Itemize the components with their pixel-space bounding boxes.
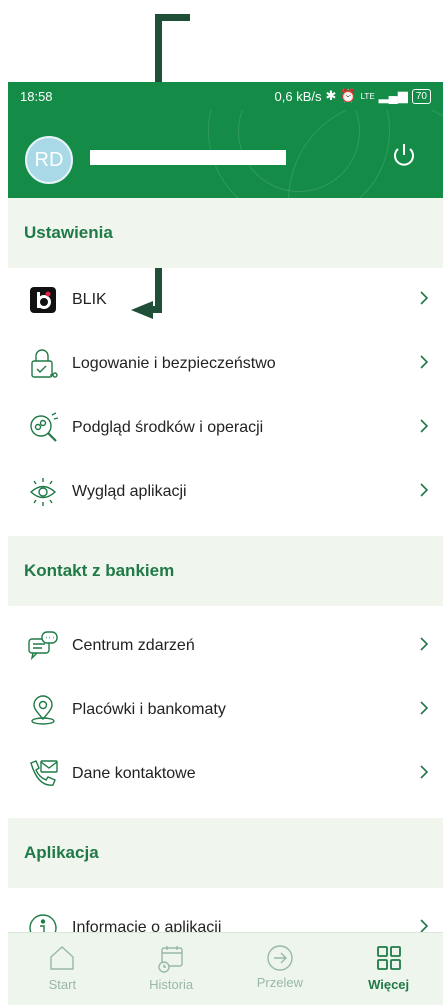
blik-icon xyxy=(26,283,60,317)
nav-label: Więcej xyxy=(368,977,410,992)
menu-item-label: Logowanie i bezpieczeństwo xyxy=(72,355,276,372)
chevron-right-icon xyxy=(420,355,429,369)
chevron-right-icon xyxy=(420,637,429,651)
avatar[interactable]: RD xyxy=(25,136,73,184)
chevron-right-icon xyxy=(420,419,429,433)
power-icon[interactable] xyxy=(389,140,419,170)
status-bar: 18:58 0,6 kB/s ✱ ⏰ LTE ▂▄▆ 70 xyxy=(8,82,443,110)
menu-item-label: Centrum zdarzeń xyxy=(72,637,195,654)
nav-label: Historia xyxy=(149,977,194,992)
chevron-right-icon xyxy=(420,291,429,305)
grid-icon xyxy=(376,946,401,970)
network-speed: 0,6 kB/s xyxy=(274,88,322,104)
eye-icon xyxy=(26,475,60,509)
redacted-user-name xyxy=(90,150,286,165)
menu-item-app-appearance[interactable]: Wygląd aplikacji xyxy=(8,460,443,524)
menu-item-login-security[interactable]: Logowanie i bezpieczeństwo xyxy=(8,332,443,396)
menu-item-label: Podgląd środków i operacji xyxy=(72,419,264,436)
menu-item-label: Wygląd aplikacji xyxy=(72,483,187,500)
chevron-right-icon xyxy=(420,765,429,779)
app-header: RD xyxy=(8,110,443,198)
nav-history[interactable]: Historia xyxy=(126,933,216,992)
alarm-icon: ⏰ xyxy=(340,88,357,103)
nav-label: Przelew xyxy=(256,975,303,990)
menu-item-event-center[interactable]: Centrum zdarzeń xyxy=(8,614,443,678)
search-coins-icon xyxy=(26,411,60,445)
nav-transfer[interactable]: Przelew xyxy=(235,933,325,990)
home-icon xyxy=(50,946,75,970)
menu-item-branches-atms[interactable]: Placówki i bankomaty xyxy=(8,678,443,742)
arrow-circle-icon xyxy=(267,945,293,971)
menu-item-contact-details[interactable]: Dane kontaktowe xyxy=(8,742,443,806)
menu-item-blik[interactable]: BLIK xyxy=(8,268,443,332)
nav-start[interactable]: Start xyxy=(17,933,107,992)
menu-item-balance-preview[interactable]: Podgląd środków i operacji xyxy=(8,396,443,460)
network-type: LTE xyxy=(360,91,375,101)
chevron-right-icon xyxy=(420,483,429,497)
bluetooth-icon: ✱ xyxy=(325,88,337,103)
menu-item-label: Placówki i bankomaty xyxy=(72,701,226,718)
chat-bubbles-icon xyxy=(26,629,60,663)
section-header-application: Aplikacja xyxy=(8,818,443,888)
status-time: 18:58 xyxy=(20,89,53,104)
calendar-clock-icon xyxy=(158,946,183,973)
bottom-navigation: Start Historia Przelew Więcej xyxy=(8,932,443,1005)
signal-icon: ▂▄▆ xyxy=(378,88,408,103)
nav-more[interactable]: Więcej xyxy=(344,933,434,992)
nav-label: Start xyxy=(48,977,77,992)
phone-envelope-icon xyxy=(26,757,60,791)
lock-key-icon xyxy=(26,347,60,381)
section-header-contact: Kontakt z bankiem xyxy=(8,536,443,606)
chevron-right-icon xyxy=(420,701,429,715)
settings-list: Ustawienia BLIK Logowanie i bezpieczeńst… xyxy=(8,198,443,960)
section-header-settings: Ustawienia xyxy=(8,198,443,268)
battery-icon: 70 xyxy=(411,88,431,104)
menu-item-label: BLIK xyxy=(72,291,107,308)
menu-item-label: Dane kontaktowe xyxy=(72,765,196,782)
status-icons: 0,6 kB/s ✱ ⏰ LTE ▂▄▆ 70 xyxy=(275,88,431,104)
map-pin-icon xyxy=(26,693,60,727)
